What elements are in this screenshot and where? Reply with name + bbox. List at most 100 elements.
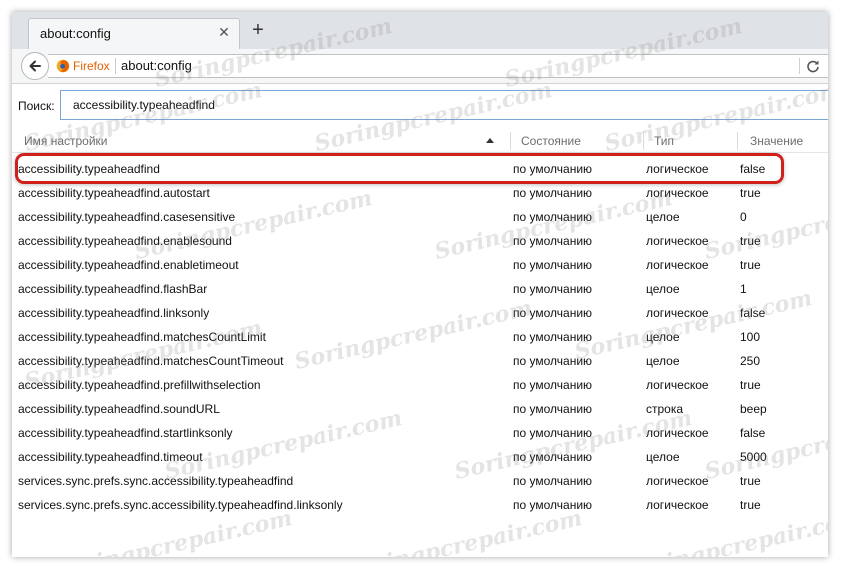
column-header-type[interactable]: Тип [654,134,674,148]
table-row[interactable]: accessibility.typeaheadfind.flashBar по у… [12,277,828,301]
pref-value: 5000 [740,450,767,464]
pref-value: 1 [740,282,747,296]
pref-state: по умолчанию [513,402,593,416]
pref-state: по умолчанию [513,282,593,296]
pref-name: accessibility.typeaheadfind.startlinkson… [18,426,233,440]
column-divider[interactable] [643,132,644,150]
pref-type: целое [646,330,680,344]
pref-state: по умолчанию [513,426,593,440]
prefs-table: accessibility.typeaheadfind по умолчанию л… [12,157,828,517]
pref-type: строка [646,402,684,416]
pref-state: по умолчанию [513,186,593,200]
browser-window: about:config ✕ + Firefox about:config По… [12,12,828,557]
table-row[interactable]: accessibility.typeaheadfind.casesensitiv… [12,205,828,229]
pref-state: по умолчанию [513,210,593,224]
pref-state: по умолчанию [513,498,593,512]
column-divider[interactable] [737,132,738,150]
table-row[interactable]: accessibility.typeaheadfind.enablesound п… [12,229,828,253]
url-divider-right [799,58,800,74]
pref-name: accessibility.typeaheadfind.linksonly [18,306,210,320]
column-header-state[interactable]: Состояние [521,134,581,148]
search-row: Поиск: [12,84,828,130]
pref-state: по умолчанию [513,306,593,320]
table-row[interactable]: accessibility.typeaheadfind.autostart по … [12,181,828,205]
pref-type: целое [646,354,680,368]
table-row[interactable]: accessibility.typeaheadfind.startlinkson… [12,421,828,445]
pref-name: services.sync.prefs.sync.accessibility.t… [18,498,343,512]
pref-name: accessibility.typeaheadfind.soundURL [18,402,220,416]
pref-type: логическое [646,186,709,200]
pref-name: accessibility.typeaheadfind.matchesCount… [18,330,266,344]
search-label: Поиск: [18,99,55,113]
table-row[interactable]: accessibility.typeaheadfind по умолчанию л… [12,157,828,181]
pref-value: 250 [740,354,761,368]
pref-name: accessibility.typeaheadfind.autostart [18,186,210,200]
tab-about-config[interactable]: about:config ✕ [28,18,240,49]
pref-type: целое [646,450,680,464]
table-header: Имя настройки Состояние Тип Значение [12,130,828,153]
table-row[interactable]: accessibility.typeaheadfind.matchesCount… [12,325,828,349]
pref-type: логическое [646,498,709,512]
firefox-logo-icon [56,59,70,73]
url-divider [115,58,116,74]
pref-name: accessibility.typeaheadfind [18,162,160,176]
pref-value: beep [740,402,767,416]
table-row[interactable]: services.sync.prefs.sync.accessibility.t… [12,469,828,493]
sort-ascending-icon [486,138,494,143]
pref-value: true [740,258,761,272]
table-row[interactable]: accessibility.typeaheadfind.timeout по ум… [12,445,828,469]
pref-type: логическое [646,426,709,440]
pref-state: по умолчанию [513,330,593,344]
pref-type: логическое [646,162,709,176]
table-row[interactable]: accessibility.typeaheadfind.soundURL по у… [12,397,828,421]
pref-name: services.sync.prefs.sync.accessibility.t… [18,474,294,488]
reload-icon[interactable] [806,59,820,73]
table-row[interactable]: accessibility.typeaheadfind.linksonly по … [12,301,828,325]
table-row[interactable]: accessibility.typeaheadfind.prefillwiths… [12,373,828,397]
pref-state: по умолчанию [513,354,593,368]
pref-name: accessibility.typeaheadfind.timeout [18,450,203,464]
navigation-bar: Firefox about:config [12,49,828,84]
pref-value: 100 [740,330,761,344]
pref-type: логическое [646,258,709,272]
pref-value: true [740,186,761,200]
pref-value: 0 [740,210,747,224]
pref-name: accessibility.typeaheadfind.enablesound [18,234,232,248]
pref-name: accessibility.typeaheadfind.prefillwiths… [18,378,261,392]
identity-label: Firefox [73,59,110,73]
table-row[interactable]: accessibility.typeaheadfind.matchesCount… [12,349,828,373]
pref-state: по умолчанию [513,378,593,392]
pref-value: true [740,378,761,392]
pref-name: accessibility.typeaheadfind.enabletimeou… [18,258,239,272]
back-button[interactable] [21,52,49,80]
pref-value: false [740,162,766,176]
pref-value: true [740,474,761,488]
column-divider[interactable] [510,132,511,150]
pref-name: accessibility.typeaheadfind.casesensitiv… [18,210,236,224]
column-header-value[interactable]: Значение [750,134,803,148]
url-text[interactable]: about:config [121,58,192,73]
tab-strip: about:config ✕ + [12,12,828,49]
site-identity[interactable]: Firefox [56,58,110,74]
url-bar[interactable]: Firefox about:config [48,54,828,78]
pref-state: по умолчанию [513,162,593,176]
pref-value: true [740,234,761,248]
pref-state: по умолчанию [513,474,593,488]
tab-title: about:config [40,26,111,41]
close-icon[interactable]: ✕ [217,25,231,39]
pref-name: accessibility.typeaheadfind.flashBar [18,282,208,296]
table-row[interactable]: accessibility.typeaheadfind.enabletimeou… [12,253,828,277]
pref-state: по умолчанию [513,258,593,272]
column-header-name[interactable]: Имя настройки [24,134,108,148]
pref-state: по умолчанию [513,234,593,248]
pref-type: логическое [646,234,709,248]
pref-state: по умолчанию [513,450,593,464]
pref-type: логическое [646,306,709,320]
plus-icon[interactable]: + [248,20,268,40]
table-row[interactable]: services.sync.prefs.sync.accessibility.t… [12,493,828,517]
pref-type: целое [646,210,680,224]
search-input[interactable] [60,90,828,120]
pref-type: целое [646,282,680,296]
pref-value: false [740,306,766,320]
pref-value: false [740,426,766,440]
